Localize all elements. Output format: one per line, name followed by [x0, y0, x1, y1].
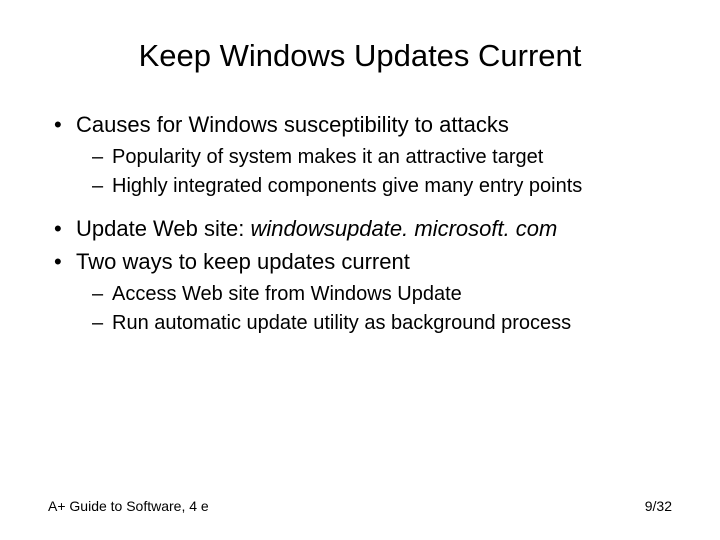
bullet-prefix: Update Web site: [76, 216, 250, 241]
slide-title: Keep Windows Updates Current [48, 38, 672, 74]
slide-content: Causes for Windows susceptibility to att… [48, 110, 672, 337]
sub-bullet-integrated: Highly integrated components give many e… [92, 173, 672, 200]
sub-bullet-text: Popularity of system makes it an attract… [112, 146, 543, 168]
sub-bullet-text: Highly integrated components give many e… [112, 175, 582, 197]
slide: Keep Windows Updates Current Causes for … [0, 0, 720, 540]
sub-bullet-automatic: Run automatic update utility as backgrou… [92, 310, 672, 337]
sub-bullet-text: Run automatic update utility as backgrou… [112, 312, 571, 334]
bullet-two-ways: Two ways to keep updates current [54, 247, 672, 277]
footer: A+ Guide to Software, 4 e 9/32 [48, 498, 672, 514]
update-url: windowsupdate. microsoft. com [250, 216, 557, 241]
footer-left: A+ Guide to Software, 4 e [48, 498, 209, 514]
footer-page-number: 9/32 [645, 498, 672, 514]
bullet-text: Two ways to keep updates current [76, 249, 410, 274]
bullet-causes: Causes for Windows susceptibility to att… [54, 110, 672, 140]
bullet-text: Causes for Windows susceptibility to att… [76, 112, 509, 137]
sub-bullet-popularity: Popularity of system makes it an attract… [92, 144, 672, 171]
sub-bullet-access-site: Access Web site from Windows Update [92, 281, 672, 308]
sub-bullet-text: Access Web site from Windows Update [112, 283, 462, 305]
bullet-update-site: Update Web site: windowsupdate. microsof… [54, 214, 672, 244]
